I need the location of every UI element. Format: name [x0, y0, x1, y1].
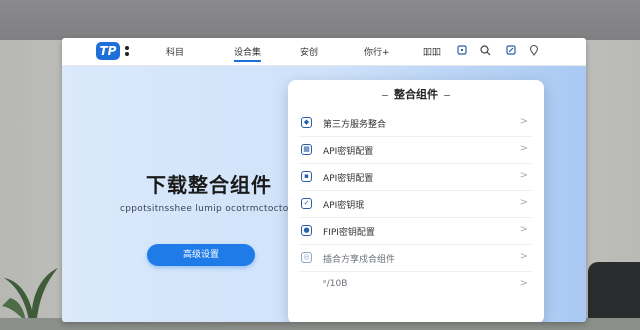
- nav-item-extra[interactable]: 吅吅: [423, 45, 441, 58]
- nav-item-create[interactable]: 安创: [300, 45, 318, 58]
- edit-icon[interactable]: [506, 45, 516, 58]
- list-item-label: API密钥配置: [323, 147, 374, 157]
- chevron-right-icon: >: [519, 170, 528, 181]
- list-item[interactable]: ᵉ/10B >: [298, 272, 532, 298]
- top-navbar: TP 科目 设合集 安创 你行+ 吅吅: [62, 38, 586, 66]
- integration-panel: 整合组件 ◆ 第三方服务整合 > ▦ API密钥配置 > ▪ API密钥配置 >…: [288, 80, 544, 322]
- logo-dots-icon: [122, 46, 132, 56]
- list-item-label: API密钥配置: [323, 174, 374, 184]
- list-item[interactable]: ◎ 插合方享戍合组件 >: [298, 245, 532, 272]
- list-item[interactable]: ▪ API密钥配置 >: [298, 164, 532, 191]
- list-item[interactable]: ● FIPI密钥配置 >: [298, 218, 532, 245]
- nav-item-courses[interactable]: 科目: [166, 45, 184, 58]
- logo[interactable]: TP: [96, 42, 120, 60]
- list-item-label: API密钥珉: [323, 201, 365, 211]
- nav-item-you[interactable]: 你行+: [364, 45, 390, 58]
- chevron-right-icon: >: [519, 278, 528, 289]
- title-bar-left: [382, 94, 388, 96]
- chevron-right-icon: >: [519, 116, 528, 127]
- title-bar-right: [444, 94, 450, 96]
- advanced-settings-button[interactable]: 高级设置: [147, 244, 255, 266]
- list-item[interactable]: ▦ API密钥配置 >: [298, 137, 532, 164]
- chevron-right-icon: >: [519, 251, 528, 262]
- hero-title: 下载整合组件: [146, 173, 272, 197]
- location-icon[interactable]: [529, 44, 539, 59]
- list-item-label: 第三方服务整合: [323, 120, 387, 130]
- list-item-label: ᵉ/10B: [323, 279, 348, 289]
- plant-decoration: [2, 268, 58, 328]
- list-item[interactable]: ◆ 第三方服务整合 >: [298, 110, 532, 137]
- chevron-right-icon: >: [519, 224, 528, 235]
- panel-title-text: 整合组件: [394, 88, 438, 101]
- user-icon: ●: [301, 225, 312, 236]
- nav-item-collection[interactable]: 设合集: [234, 45, 262, 62]
- doc-icon: ✓: [301, 198, 312, 209]
- panel-title: 整合组件: [288, 86, 544, 102]
- shield-icon: ◆: [301, 117, 312, 128]
- list-item[interactable]: ✓ API密钥珉 >: [298, 191, 532, 218]
- globe-icon: ◎: [301, 252, 312, 263]
- chevron-right-icon: >: [519, 197, 528, 208]
- calendar-icon: ▦: [301, 144, 312, 155]
- monitor-screen: TP 科目 设合集 安创 你行+ 吅吅 下载整合组件 cppotsitnsshe…: [62, 38, 586, 322]
- hero-subtitle: cppotsitnsshee lumip ocotrmctoctoonne: [120, 204, 313, 214]
- list-item-label: 插合方享戍合组件: [323, 255, 396, 265]
- chevron-right-icon: >: [519, 143, 528, 154]
- box-icon[interactable]: [457, 45, 467, 58]
- search-icon[interactable]: [480, 45, 491, 59]
- list-item-label: FIPI密钥配置: [323, 228, 375, 238]
- grid-icon: ▪: [301, 171, 312, 182]
